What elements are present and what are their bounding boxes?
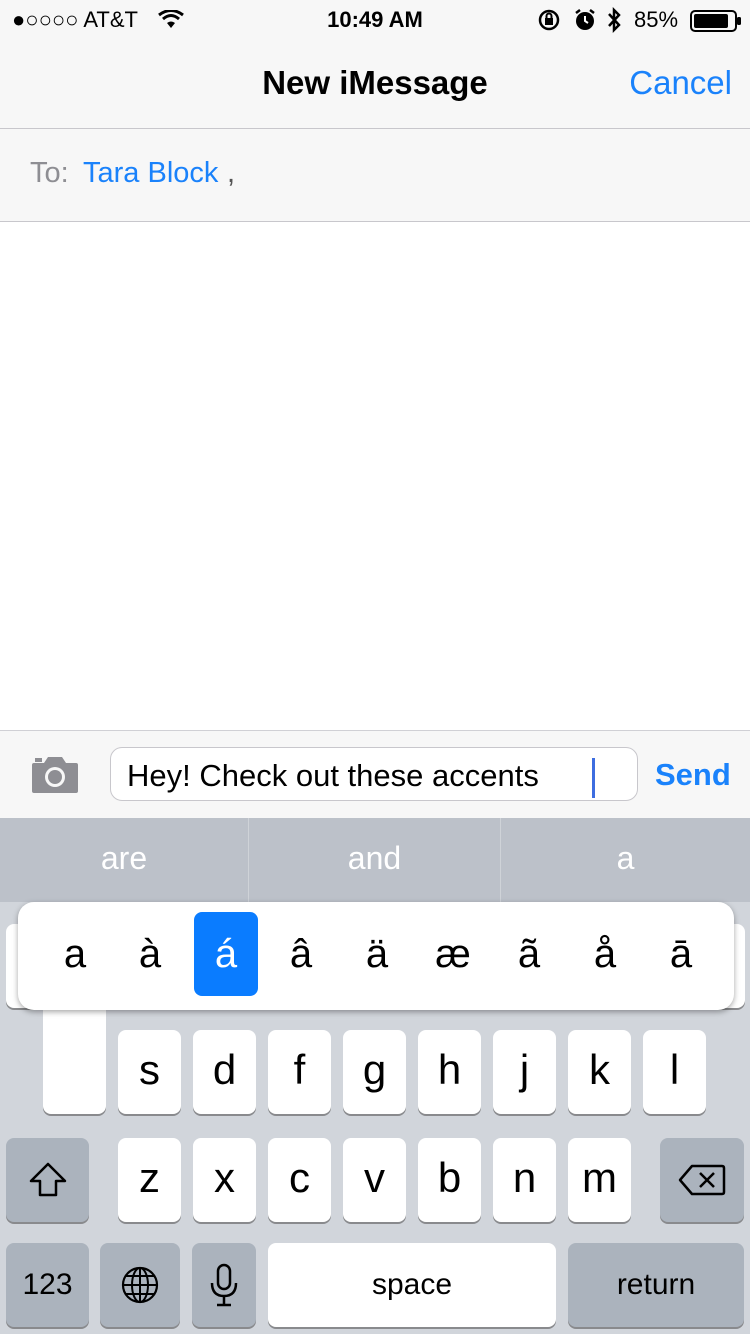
message-input[interactable]: Hey! Check out these accents bbox=[110, 747, 638, 801]
rotation-lock-icon bbox=[538, 9, 560, 31]
battery-percent: 85% bbox=[634, 7, 679, 32]
text-cursor bbox=[592, 758, 595, 798]
key-z[interactable]: z bbox=[118, 1138, 181, 1222]
cancel-button[interactable]: Cancel bbox=[629, 64, 732, 102]
prediction-a[interactable]: a bbox=[501, 818, 750, 902]
key-h[interactable]: h bbox=[418, 1030, 481, 1114]
numbers-key[interactable]: 123 bbox=[6, 1243, 89, 1327]
key-c[interactable]: c bbox=[268, 1138, 331, 1222]
send-button[interactable]: Send bbox=[655, 757, 731, 793]
accent-option-a-macron[interactable]: ā bbox=[649, 912, 713, 996]
key-j[interactable]: j bbox=[493, 1030, 556, 1114]
recipient-token[interactable]: Tara Block bbox=[83, 157, 218, 190]
key-f[interactable]: f bbox=[268, 1030, 331, 1114]
key-n[interactable]: n bbox=[493, 1138, 556, 1222]
dictation-key[interactable] bbox=[192, 1243, 256, 1327]
microphone-icon bbox=[210, 1263, 238, 1307]
accent-option-a[interactable]: a bbox=[43, 912, 107, 996]
accent-option-a-acute[interactable]: á bbox=[194, 912, 258, 996]
message-area bbox=[0, 222, 750, 730]
predictive-bar: are and a bbox=[0, 818, 750, 902]
accent-option-ae[interactable]: æ bbox=[421, 912, 485, 996]
key-k[interactable]: k bbox=[568, 1030, 631, 1114]
compose-bar: Hey! Check out these accents Send bbox=[0, 730, 750, 819]
key-l[interactable]: l bbox=[643, 1030, 706, 1114]
message-text: Hey! Check out these accents bbox=[127, 758, 539, 793]
key-m[interactable]: m bbox=[568, 1138, 631, 1222]
bluetooth-icon bbox=[608, 6, 621, 34]
backspace-icon bbox=[678, 1164, 726, 1196]
key-x[interactable]: x bbox=[193, 1138, 256, 1222]
battery-icon bbox=[690, 10, 741, 32]
shift-icon bbox=[29, 1162, 67, 1197]
key-v[interactable]: v bbox=[343, 1138, 406, 1222]
key-d[interactable]: d bbox=[193, 1030, 256, 1114]
globe-key[interactable] bbox=[100, 1243, 180, 1327]
keyboard: are and a s d f g h j k l z x c v b n m … bbox=[0, 818, 750, 1334]
space-key[interactable]: space bbox=[268, 1243, 556, 1327]
to-label: To: bbox=[30, 157, 69, 189]
alarm-icon bbox=[575, 9, 595, 30]
navigation-bar: New iMessage Cancel bbox=[0, 40, 750, 129]
prediction-and[interactable]: and bbox=[249, 818, 500, 902]
return-key[interactable]: return bbox=[568, 1243, 744, 1327]
accent-option-a-ring[interactable]: å bbox=[573, 912, 637, 996]
key-s[interactable]: s bbox=[118, 1030, 181, 1114]
accent-option-a-circumflex[interactable]: â bbox=[269, 912, 333, 996]
accent-option-a-tilde[interactable]: ã bbox=[497, 912, 561, 996]
delete-key[interactable] bbox=[660, 1138, 744, 1222]
key-g[interactable]: g bbox=[343, 1030, 406, 1114]
prediction-are[interactable]: are bbox=[0, 818, 248, 902]
key-b[interactable]: b bbox=[418, 1138, 481, 1222]
recipient-separator: , bbox=[227, 157, 236, 189]
shift-key[interactable] bbox=[6, 1138, 89, 1222]
accent-option-a-umlaut[interactable]: ä bbox=[345, 912, 409, 996]
camera-icon[interactable] bbox=[30, 755, 80, 795]
globe-icon bbox=[121, 1266, 159, 1304]
accent-option-a-grave[interactable]: à bbox=[118, 912, 182, 996]
status-bar: ●○○○○ AT&T 10:49 AM 85% bbox=[0, 0, 750, 40]
recipient-field[interactable]: To: Tara Block , bbox=[0, 129, 750, 222]
